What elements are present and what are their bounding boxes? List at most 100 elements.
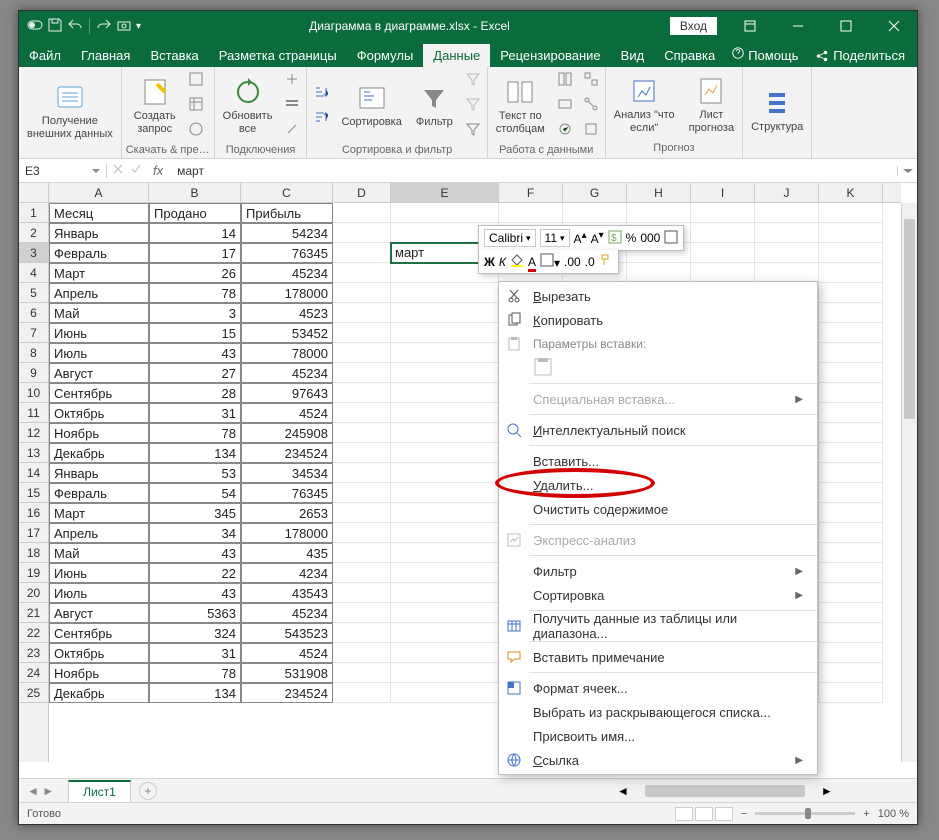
cell[interactable] — [819, 483, 883, 503]
expand-formula-bar-icon[interactable] — [897, 166, 917, 176]
cell[interactable] — [819, 663, 883, 683]
sort-desc-icon[interactable] — [311, 107, 331, 130]
tab-help[interactable]: Справка — [654, 44, 725, 67]
cell[interactable] — [755, 243, 819, 263]
cell[interactable]: 27 — [149, 363, 241, 383]
cell[interactable] — [691, 223, 755, 243]
cell[interactable]: 14 — [149, 223, 241, 243]
cell[interactable]: Сентябрь — [49, 623, 149, 643]
tab-layout[interactable]: Разметка страницы — [209, 44, 347, 67]
tab-file[interactable]: Файл — [19, 44, 71, 67]
cell[interactable]: 76345 — [241, 483, 333, 503]
scroll-thumb[interactable] — [645, 785, 805, 797]
cell[interactable] — [333, 263, 391, 283]
col-header-D[interactable]: D — [333, 183, 391, 202]
vertical-scrollbar[interactable] — [901, 203, 917, 762]
ctx-get-data[interactable]: Получить данные из таблицы или диапазона… — [499, 614, 817, 638]
cell[interactable] — [819, 603, 883, 623]
sheet-tab-1[interactable]: Лист1 — [68, 780, 131, 802]
row-header-15[interactable]: 15 — [19, 483, 48, 503]
from-table-icon[interactable] — [186, 94, 206, 117]
cell[interactable]: Март — [49, 263, 149, 283]
tab-share[interactable]: Поделиться — [805, 44, 917, 67]
cell[interactable]: 28 — [149, 383, 241, 403]
cell[interactable] — [333, 583, 391, 603]
cell[interactable] — [391, 463, 499, 483]
cell[interactable]: Ноябрь — [49, 663, 149, 683]
zoom-level[interactable]: 100 % — [878, 808, 909, 820]
cell[interactable]: 435 — [241, 543, 333, 563]
cell[interactable]: Июнь — [49, 323, 149, 343]
row-header-7[interactable]: 7 — [19, 323, 48, 343]
column-headers[interactable]: ABCDEFGHIJK — [49, 183, 901, 203]
cell[interactable]: 5363 — [149, 603, 241, 623]
undo-icon[interactable] — [67, 17, 83, 36]
cell[interactable] — [333, 223, 391, 243]
cell[interactable] — [391, 643, 499, 663]
cell[interactable] — [691, 263, 755, 283]
cell[interactable]: Сентябрь — [49, 383, 149, 403]
get-external-data-button[interactable]: Получение внешних данных — [23, 79, 117, 141]
cell[interactable] — [691, 203, 755, 223]
cell[interactable]: 4524 — [241, 403, 333, 423]
redo-icon[interactable] — [96, 17, 112, 36]
zoom-in-button[interactable]: + — [863, 808, 869, 820]
data-model-icon[interactable] — [581, 119, 601, 142]
cell[interactable]: Октябрь — [49, 403, 149, 423]
cell[interactable] — [819, 543, 883, 563]
cell[interactable]: 178000 — [241, 283, 333, 303]
ctx-format-cells[interactable]: Формат ячеек... — [499, 676, 817, 700]
cell[interactable]: Прибыль — [241, 203, 333, 223]
cell[interactable] — [391, 303, 499, 323]
row-header-16[interactable]: 16 — [19, 503, 48, 523]
font-size-select[interactable]: 11▾ — [540, 229, 570, 247]
cell[interactable]: 43543 — [241, 583, 333, 603]
cell[interactable] — [391, 523, 499, 543]
cell[interactable] — [333, 663, 391, 683]
cell[interactable]: 78 — [149, 663, 241, 683]
cell[interactable] — [691, 243, 755, 263]
tab-tellme[interactable]: Помощь — [725, 42, 804, 67]
ctx-pick-from-list[interactable]: Выбрать из раскрывающегося списка... — [499, 700, 817, 724]
row-headers[interactable]: 1234567891011121314151617181920212223242… — [19, 203, 49, 762]
cell[interactable]: Март — [49, 503, 149, 523]
row-header-8[interactable]: 8 — [19, 343, 48, 363]
row-header-3[interactable]: 3 — [19, 243, 48, 263]
login-button[interactable]: Вход — [670, 17, 717, 35]
cell[interactable] — [333, 603, 391, 623]
cell[interactable]: 54234 — [241, 223, 333, 243]
cell[interactable]: Июль — [49, 583, 149, 603]
clear-filter-icon[interactable] — [463, 69, 483, 92]
font-color-icon[interactable]: А — [528, 255, 536, 269]
cell[interactable]: 43 — [149, 543, 241, 563]
row-header-24[interactable]: 24 — [19, 663, 48, 683]
col-header-A[interactable]: A — [49, 183, 149, 202]
cell[interactable]: 234524 — [241, 443, 333, 463]
cell[interactable] — [391, 563, 499, 583]
col-header-G[interactable]: G — [563, 183, 627, 202]
cell[interactable]: 43 — [149, 583, 241, 603]
cell[interactable]: Февраль — [49, 483, 149, 503]
tab-insert[interactable]: Вставка — [140, 44, 208, 67]
consolidate-icon[interactable] — [581, 69, 601, 92]
ribbon-display-icon[interactable] — [727, 11, 773, 41]
cell[interactable]: 78 — [149, 423, 241, 443]
cancel-formula-icon[interactable] — [111, 162, 125, 179]
row-header-12[interactable]: 12 — [19, 423, 48, 443]
cell[interactable]: 3 — [149, 303, 241, 323]
cell[interactable] — [391, 623, 499, 643]
row-header-6[interactable]: 6 — [19, 303, 48, 323]
cell[interactable] — [333, 203, 391, 223]
row-header-1[interactable]: 1 — [19, 203, 48, 223]
recent-sources-icon[interactable] — [186, 119, 206, 142]
cell[interactable]: Декабрь — [49, 683, 149, 703]
row-header-20[interactable]: 20 — [19, 583, 48, 603]
cell[interactable]: 22 — [149, 563, 241, 583]
reapply-icon[interactable] — [463, 94, 483, 117]
text-to-columns-button[interactable]: Текст по столбцам — [492, 74, 549, 136]
properties-icon[interactable] — [282, 94, 302, 117]
cell[interactable]: 53452 — [241, 323, 333, 343]
autosave-toggle[interactable] — [27, 17, 43, 36]
ctx-delete[interactable]: Удалить... — [499, 473, 817, 497]
row-header-11[interactable]: 11 — [19, 403, 48, 423]
